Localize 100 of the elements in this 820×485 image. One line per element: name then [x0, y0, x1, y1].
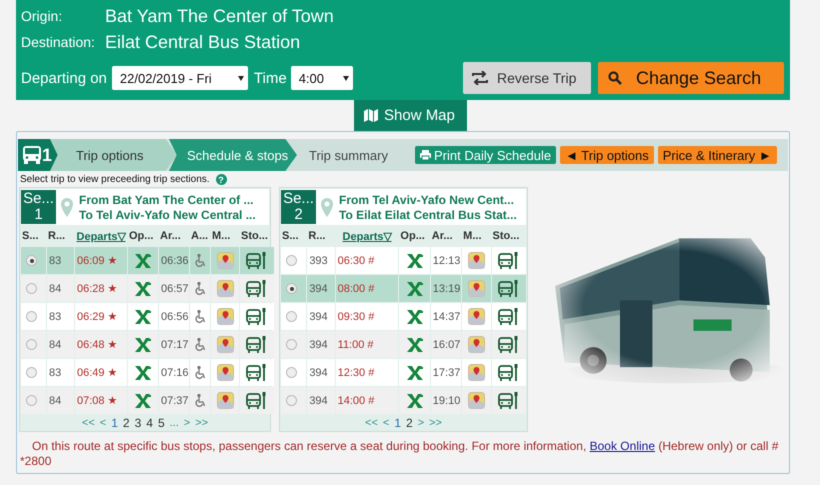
book-online-link[interactable]: Book Online — [590, 439, 655, 453]
map-pin-icon — [216, 280, 234, 297]
page-link[interactable]: << — [365, 416, 378, 428]
column-header: Ar... — [430, 229, 454, 244]
help-icon[interactable]: ? — [216, 174, 227, 185]
x-logo-icon — [135, 310, 151, 324]
route-number: 84 — [49, 282, 62, 294]
show-map-button[interactable]: Show Map — [354, 100, 467, 131]
page-link[interactable]: 1 — [111, 416, 118, 430]
bus-stop-icon — [498, 336, 520, 354]
page-link[interactable]: ... — [170, 416, 179, 428]
bus-stop-icon — [246, 308, 268, 326]
time-dropdown[interactable]: 4:00 — [290, 66, 353, 90]
column-header: M... — [211, 229, 232, 244]
page-link[interactable]: 1 — [394, 416, 401, 430]
radio-button[interactable] — [26, 255, 37, 266]
departure-time: 11:00 # — [338, 338, 374, 350]
change-search-button[interactable]: Change Search — [598, 62, 784, 94]
bus-stop-icon — [246, 252, 268, 270]
radio-button[interactable] — [26, 395, 37, 406]
page-link[interactable]: 4 — [146, 416, 153, 430]
section-label: Se... — [23, 191, 54, 207]
page-link[interactable]: >> — [429, 416, 442, 428]
nav-button[interactable]: ◄ Trip options — [560, 146, 654, 164]
radio-button[interactable] — [286, 367, 297, 378]
page-link[interactable]: < — [382, 416, 390, 428]
section-from: From Bat Yam The Center of ... — [79, 192, 254, 206]
route-number: 394 — [309, 282, 328, 294]
bus-stop-icon — [498, 280, 520, 298]
hint-text: Select trip to view preceeding trip sections. — [20, 174, 210, 185]
route-number: 83 — [49, 366, 62, 378]
radio-button[interactable] — [26, 311, 37, 322]
print-schedule-button[interactable]: Print Daily Schedule — [415, 146, 556, 164]
map-pin-icon — [216, 252, 234, 269]
departure-time: 06:30 # — [338, 254, 374, 266]
x-logo-icon — [135, 394, 151, 408]
wheelchair-icon — [194, 310, 206, 323]
bus-stop-icon — [498, 364, 520, 382]
departure-time: 06:28 ★ — [77, 283, 118, 295]
page-link[interactable]: << — [82, 416, 95, 428]
arrival-time: 12:13 — [432, 254, 460, 266]
sort-column-header[interactable]: Departs▽ — [75, 226, 127, 246]
map-pin-icon — [468, 280, 485, 297]
radio-button[interactable] — [26, 339, 37, 350]
route-number: 394 — [309, 310, 328, 322]
page-link[interactable]: 3 — [134, 416, 142, 430]
date-dropdown[interactable]: 22/02/2019 - Fri — [112, 66, 248, 90]
radio-button[interactable] — [286, 255, 297, 266]
radio-button[interactable] — [286, 283, 297, 294]
column-header: R... — [307, 229, 326, 244]
arrival-time: 07:16 — [161, 366, 189, 378]
step-tab[interactable]: Schedule & stops — [169, 139, 297, 171]
x-logo-icon — [135, 366, 151, 380]
column-header: S... — [21, 229, 40, 244]
route-number: 84 — [49, 394, 62, 406]
bus-stop-icon — [246, 364, 268, 382]
route-number: 394 — [309, 366, 328, 378]
column-header: R... — [47, 229, 66, 244]
page-link[interactable]: 5 — [158, 416, 165, 430]
column-header: A... — [190, 229, 210, 244]
sort-column-header[interactable]: Departs▽ — [336, 226, 398, 246]
reverse-trip-button[interactable]: Reverse Trip — [463, 62, 591, 94]
column-header: M... — [462, 229, 483, 244]
wheelchair-icon — [194, 338, 206, 351]
section-label: Se... — [283, 191, 314, 207]
radio-button[interactable] — [26, 367, 37, 378]
radio-button[interactable] — [286, 395, 297, 406]
route-number: 83 — [49, 310, 62, 322]
map-pin-icon — [216, 364, 234, 381]
time-label: Time — [254, 70, 287, 86]
section-from: From Tel Aviv-Yafo New Cent... — [339, 192, 515, 206]
map-pin-icon — [468, 364, 485, 381]
route-number: 394 — [309, 394, 328, 406]
step-tab[interactable]: Trip options — [50, 139, 177, 171]
page-link[interactable]: 2 — [122, 416, 130, 430]
departure-time: 09:30 # — [338, 310, 374, 322]
page-link[interactable]: >> — [195, 416, 208, 428]
radio-button[interactable] — [26, 283, 37, 294]
swap-arrows-icon — [472, 71, 488, 85]
arrival-time: 13:19 — [432, 282, 460, 294]
column-header: S... — [281, 229, 300, 244]
radio-button[interactable] — [286, 339, 297, 350]
page-link[interactable]: > — [184, 416, 190, 428]
bus-stop-icon — [498, 252, 520, 270]
page-link[interactable]: 2 — [406, 416, 413, 430]
bus-stop-icon — [498, 392, 520, 410]
page-link[interactable]: < — [100, 416, 106, 428]
departure-time: 06:49 ★ — [77, 367, 118, 379]
map-pin-icon — [216, 392, 234, 409]
destination-label: Destination: — [21, 34, 96, 50]
map-pin-icon — [468, 336, 485, 353]
nav-button[interactable]: Price & Itinerary ► — [658, 146, 777, 164]
map-pin-icon — [468, 392, 485, 409]
bus-stop-icon — [246, 280, 268, 298]
x-logo-icon — [135, 254, 151, 268]
location-pin-icon — [60, 196, 74, 218]
page-link[interactable]: > — [418, 416, 424, 428]
radio-button[interactable] — [286, 311, 297, 322]
departure-time: 06:29 ★ — [77, 311, 118, 323]
map-pin-icon — [216, 336, 234, 353]
